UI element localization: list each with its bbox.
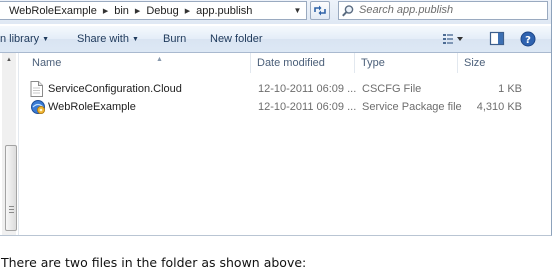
file-row[interactable]: ServiceConfiguration.Cloud 12-10-2011 06… (22, 80, 532, 98)
chevron-down-icon: ▼ (131, 36, 139, 43)
burn-button[interactable]: Burn (163, 33, 186, 45)
column-type-label: Type (361, 57, 385, 69)
file-type: CSCFG File (362, 83, 422, 95)
chevron-right-icon[interactable]: ▶ (135, 7, 140, 15)
explorer-window: WebRoleExample ▶ bin ▶ Debug ▶ app.publish ▼ S… (0, 0, 552, 236)
file-name: WebRoleExample (48, 101, 136, 113)
column-header-date[interactable]: Date modified (251, 53, 355, 73)
address-bar-row: WebRoleExample ▶ bin ▶ Debug ▶ app.publish ▼ S… (0, 0, 551, 24)
share-with-label: Share with (77, 33, 129, 45)
column-name-label: Name (32, 57, 62, 69)
address-dropdown-icon[interactable]: ▼ (289, 2, 306, 19)
new-folder-button[interactable]: New folder (210, 33, 263, 45)
column-size-label: Size (464, 57, 486, 69)
service-package-icon (31, 100, 45, 114)
search-placeholder: Search app.publish (359, 4, 454, 16)
column-header-size[interactable]: Size (458, 53, 528, 73)
breadcrumb-debug[interactable]: Debug (146, 5, 178, 17)
breadcrumb: WebRoleExample ▶ bin ▶ Debug ▶ app.publish (9, 5, 252, 17)
file-date: 12-10-2011 06:09 ... (258, 83, 357, 95)
file-row[interactable]: WebRoleExample 12-10-2011 06:09 ... Serv… (22, 98, 532, 116)
command-bar: n library ▼ Share with ▼ Burn New folder ? (0, 26, 551, 53)
include-in-library-label: n library (0, 33, 40, 45)
column-header-name[interactable]: Name ▲ (26, 53, 251, 73)
column-date-label: Date modified (257, 57, 325, 69)
refresh-button[interactable] (310, 1, 330, 20)
navigation-pane: ▲ (0, 53, 19, 235)
chevron-down-icon: ▼ (42, 36, 50, 43)
breadcrumb-bin[interactable]: bin (114, 5, 129, 17)
document-icon (30, 81, 43, 97)
address-bar[interactable]: WebRoleExample ▶ bin ▶ Debug ▶ app.publish ▼ (0, 1, 307, 20)
sort-ascending-icon: ▲ (156, 56, 163, 63)
vertical-scrollbar[interactable]: ▲ (2, 53, 17, 235)
chevron-right-icon[interactable]: ▶ (103, 7, 108, 15)
help-icon[interactable]: ? (520, 31, 536, 47)
refresh-icon (314, 5, 326, 16)
chevron-right-icon[interactable]: ▶ (185, 7, 190, 15)
column-header-type[interactable]: Type (355, 53, 458, 73)
search-icon (342, 5, 354, 17)
file-date: 12-10-2011 06:09 ... (258, 101, 357, 113)
svg-text:?: ? (525, 35, 531, 46)
column-header-row: Name ▲ Date modified Type Size (0, 53, 551, 73)
include-in-library-button[interactable]: n library ▼ (0, 33, 49, 45)
share-with-button[interactable]: Share with ▼ (77, 33, 139, 45)
file-size: 4,310 KB (476, 101, 522, 113)
preview-pane-icon[interactable] (489, 31, 505, 46)
file-size: 1 KB (498, 83, 522, 95)
breadcrumb-webroleexample[interactable]: WebRoleExample (9, 5, 97, 17)
caption-text: There are two files in the folder as sho… (1, 255, 307, 270)
file-name: ServiceConfiguration.Cloud (48, 83, 182, 95)
view-options-icon[interactable] (442, 32, 466, 46)
search-input[interactable]: Search app.publish (338, 1, 548, 20)
file-type: Service Package file (362, 101, 462, 113)
scrollbar-thumb[interactable] (5, 145, 17, 231)
breadcrumb-app-publish[interactable]: app.publish (196, 5, 252, 17)
